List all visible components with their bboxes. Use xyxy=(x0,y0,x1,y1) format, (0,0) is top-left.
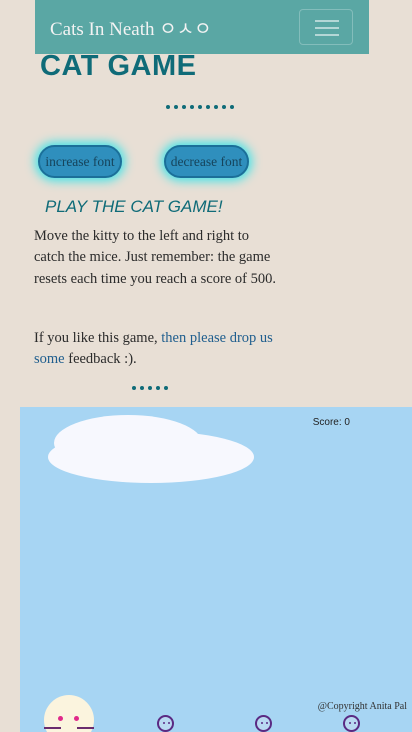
brand-link[interactable]: Cats In Neath ㅇㅅㅇ xyxy=(50,14,212,41)
cat-eye xyxy=(58,716,63,721)
copyright-text: @Copyright Anita Pal xyxy=(317,701,407,712)
cat-eye xyxy=(74,716,79,721)
feedback-suffix: feedback :). xyxy=(64,351,137,368)
cat-player[interactable] xyxy=(44,695,94,732)
decorative-divider xyxy=(166,105,234,109)
mouse xyxy=(157,715,174,732)
feedback-prefix: If you like this game, xyxy=(34,330,162,346)
decrease-font-button[interactable]: decrease font xyxy=(164,145,249,178)
menu-bar xyxy=(315,34,339,36)
menu-bar xyxy=(315,20,339,22)
mouse xyxy=(255,715,272,732)
cloud xyxy=(48,431,254,483)
feedback-text: If you like this game, then please drop … xyxy=(34,328,282,371)
increase-font-button[interactable]: increase font xyxy=(38,145,122,178)
game-subtitle: PLAY THE CAT GAME! xyxy=(45,197,223,216)
score-display: Score: 0 xyxy=(312,417,350,428)
decorative-divider xyxy=(132,386,168,390)
cat-whisker xyxy=(44,727,61,729)
navbar: Cats In Neath ㅇㅅㅇ xyxy=(35,0,369,54)
mouse xyxy=(343,715,360,732)
page-title: CAT GAME xyxy=(40,50,197,82)
menu-bar xyxy=(315,27,339,29)
game-canvas[interactable]: Score: 0 @Copyright Anita Pal xyxy=(20,407,412,732)
hamburger-menu-icon[interactable] xyxy=(299,9,353,45)
instructions-text: Move the kitty to the left and right to … xyxy=(34,228,276,287)
cat-whisker xyxy=(77,727,94,729)
